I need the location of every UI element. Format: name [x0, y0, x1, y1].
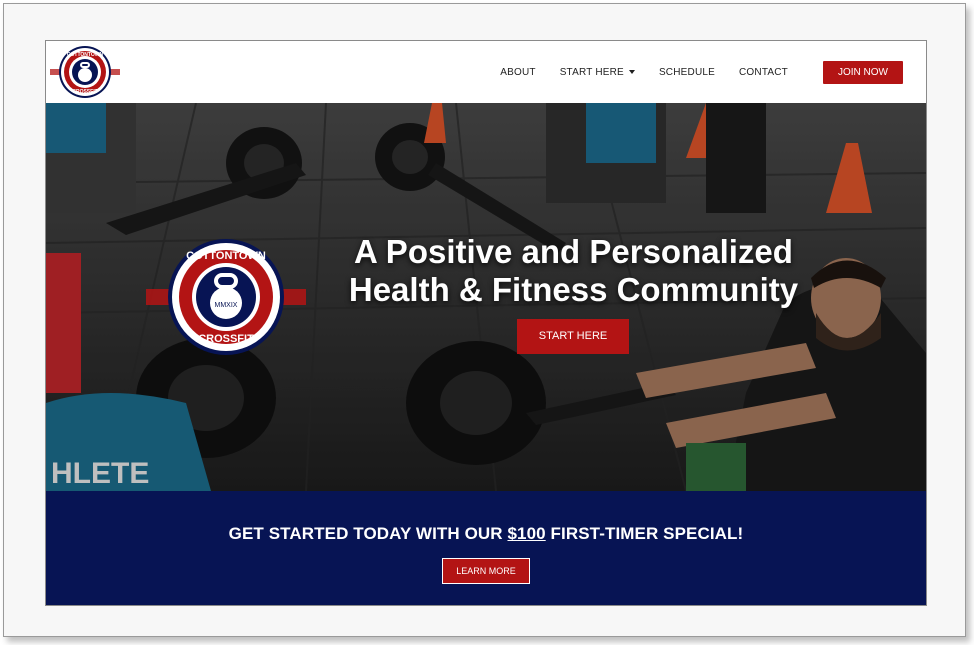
hero-title-line2: Health & Fitness Community [348, 271, 799, 308]
nav-about-label: ABOUT [500, 66, 536, 78]
promo-band: GET STARTED TODAY WITH OUR $100 FIRST-TI… [46, 491, 926, 605]
promo-text-before: GET STARTED TODAY WITH OUR [228, 524, 508, 543]
promo-text-after: FIRST-TIMER SPECIAL! [545, 524, 744, 543]
logo-text-top: COTTONTOWN [67, 52, 104, 58]
logo-text-bottom: CROSSFIT [72, 89, 97, 95]
start-here-button[interactable]: START HERE [517, 319, 629, 354]
learn-more-button[interactable]: LEARN MORE [442, 558, 530, 584]
nav-start-here[interactable]: START HERE [560, 67, 635, 78]
nav-schedule-label: SCHEDULE [658, 66, 715, 78]
promo-headline: GET STARTED TODAY WITH OUR $100 FIRST-TI… [46, 524, 926, 544]
website: COTTONTOWN CROSSFIT ABOUT START HERE SCH… [45, 40, 927, 606]
screenshot-frame: COTTONTOWN CROSSFIT ABOUT START HERE SCH… [3, 3, 966, 637]
hero-section: HLETE COTTONTOWN CROSSFIT MMXIX A Positi… [46, 103, 926, 491]
promo-price: $100 [507, 524, 546, 543]
nav-start-here-label: START HERE [559, 66, 624, 78]
main-nav: ABOUT START HERE SCHEDULE CONTACT JOIN N… [500, 41, 926, 103]
nav-contact[interactable]: CONTACT [739, 67, 788, 78]
hero-logo-est: MMXIX [215, 302, 238, 309]
join-now-button[interactable]: JOIN NOW [823, 60, 903, 84]
hero-logo-text-bottom: CROSSFIT [198, 333, 254, 345]
site-logo[interactable]: COTTONTOWN CROSSFIT [50, 44, 120, 100]
site-header: COTTONTOWN CROSSFIT ABOUT START HERE SCH… [46, 41, 926, 103]
hero-title-line1: A Positive and Personalized [354, 233, 793, 270]
nav-contact-label: CONTACT [739, 66, 788, 78]
hero-logo-text-top: COTTONTOWN [186, 250, 266, 262]
nav-schedule[interactable]: SCHEDULE [659, 67, 715, 78]
hero-title: A Positive and Personalized Health & Fit… [331, 233, 816, 309]
nav-about[interactable]: ABOUT [500, 67, 535, 78]
chevron-down-icon [628, 70, 635, 74]
hero-logo: COTTONTOWN CROSSFIT MMXIX [146, 239, 306, 355]
